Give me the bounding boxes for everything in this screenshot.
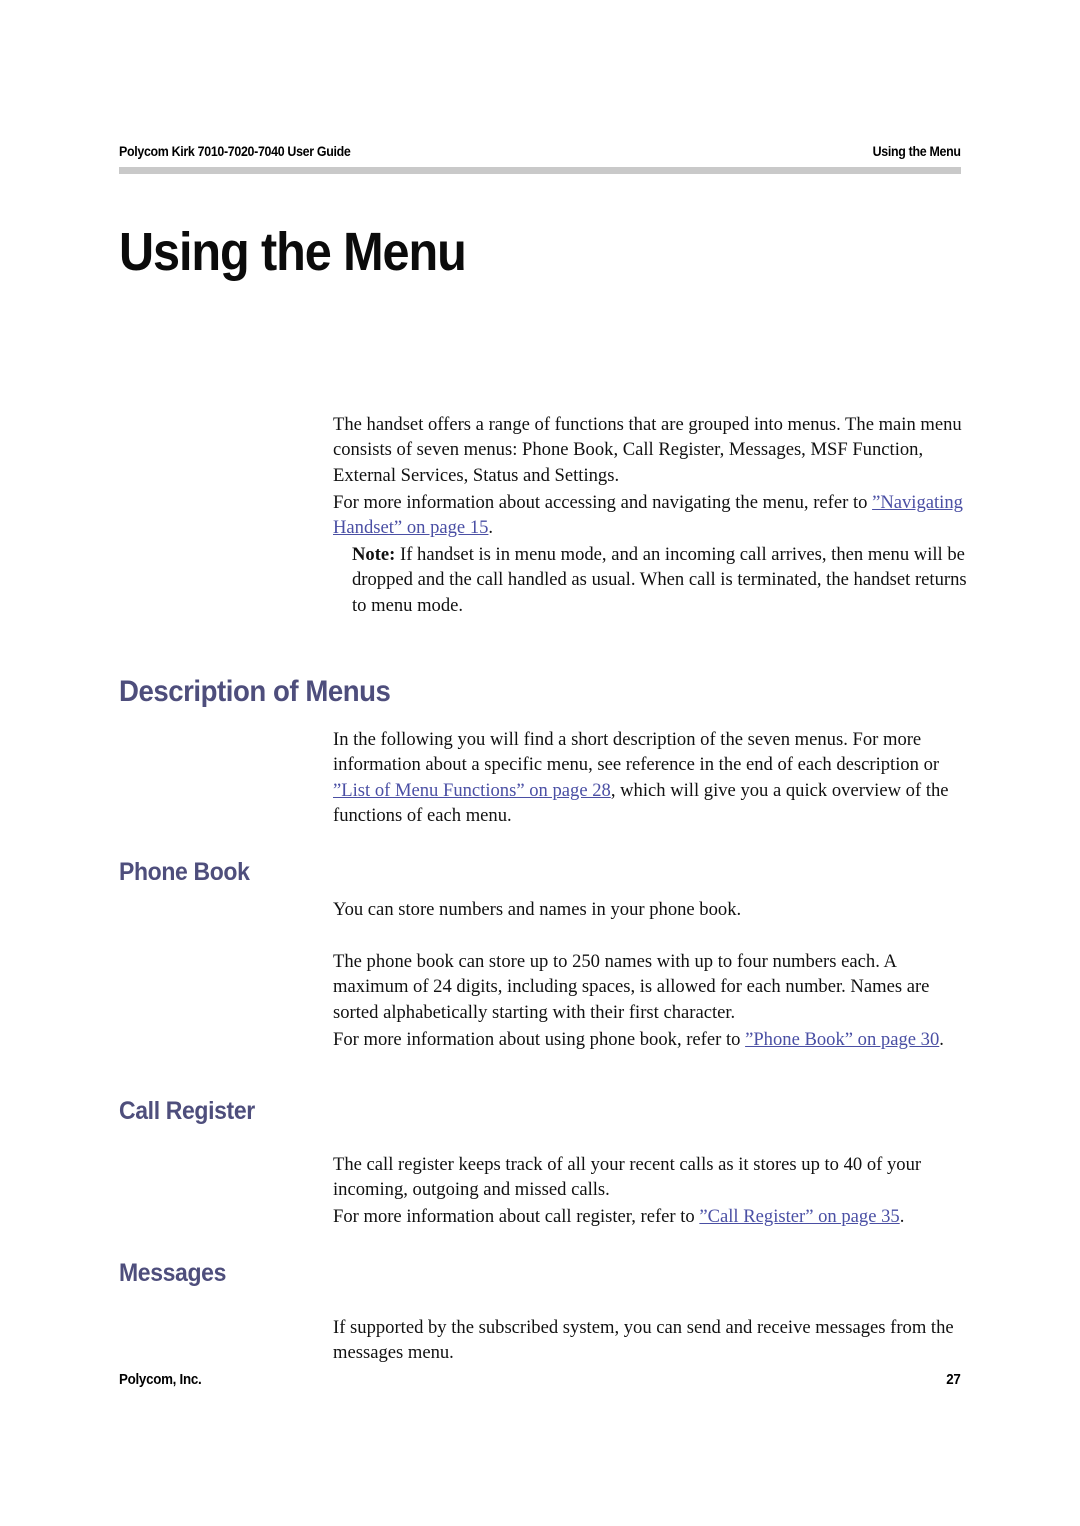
call-register-paragraph-2-lead: For more information about call register… <box>333 1205 700 1227</box>
intro-paragraph-2-lead: For more information about accessing and… <box>333 491 873 513</box>
xref-list-of-menu-functions[interactable]: ”List of Menu Functions” on page 28 <box>333 780 611 801</box>
subsection-heading-messages: Messages <box>119 1259 227 1287</box>
phone-book-paragraph-3: For more information about using phone b… <box>333 1027 965 1053</box>
call-register-paragraph-2: For more information about call register… <box>333 1204 965 1230</box>
footer-page-number: 27 <box>946 1372 962 1388</box>
running-header: Polycom Kirk 7010-7020-7040 User Guide U… <box>119 144 961 159</box>
section-heading-description-of-menus: Description of Menus <box>119 674 391 708</box>
note-paragraph: Note: If handset is in menu mode, and an… <box>352 542 968 619</box>
document-page: Polycom Kirk 7010-7020-7040 User Guide U… <box>0 0 1080 1526</box>
phone-book-paragraph-1: You can store numbers and names in your … <box>333 898 742 920</box>
description-paragraph-lead: In the following you will find a short d… <box>333 728 940 776</box>
phone-book-paragraph-3-tail: . <box>939 1028 944 1050</box>
chapter-title: Using the Menu <box>119 222 467 283</box>
call-register-paragraph-1: The call register keeps track of all you… <box>333 1153 922 1201</box>
phone-book-paragraph-3-lead: For more information about using phone b… <box>333 1028 746 1050</box>
intro-paragraph-2-tail: . <box>488 517 494 539</box>
xref-phone-book[interactable]: ”Phone Book” on page 30 <box>745 1029 939 1050</box>
phone-book-paragraph-2: The phone book can store up to 250 names… <box>333 950 930 1023</box>
footer-company: Polycom, Inc. <box>119 1372 202 1388</box>
header-rule-divider <box>119 167 961 174</box>
intro-paragraph-2: For more information about accessing and… <box>333 490 965 541</box>
note-text: If handset is in menu mode, and an incom… <box>352 543 967 616</box>
description-of-menus-paragraph: In the following you will find a short d… <box>333 727 965 829</box>
subsection-heading-call-register: Call Register <box>119 1097 255 1125</box>
note-label: Note: <box>352 543 396 565</box>
intro-paragraph-1: The handset offers a range of functions … <box>333 413 962 486</box>
page-footer: Polycom, Inc. 27 <box>119 1372 961 1388</box>
running-header-left: Polycom Kirk 7010-7020-7040 User Guide <box>119 144 351 159</box>
call-register-paragraph-2-tail: . <box>899 1205 905 1227</box>
subsection-heading-phone-book: Phone Book <box>119 858 250 886</box>
xref-call-register[interactable]: ”Call Register” on page 35 <box>699 1206 899 1227</box>
messages-paragraph-1: If supported by the subscribed system, y… <box>333 1316 954 1364</box>
running-header-right: Using the Menu <box>873 144 961 159</box>
